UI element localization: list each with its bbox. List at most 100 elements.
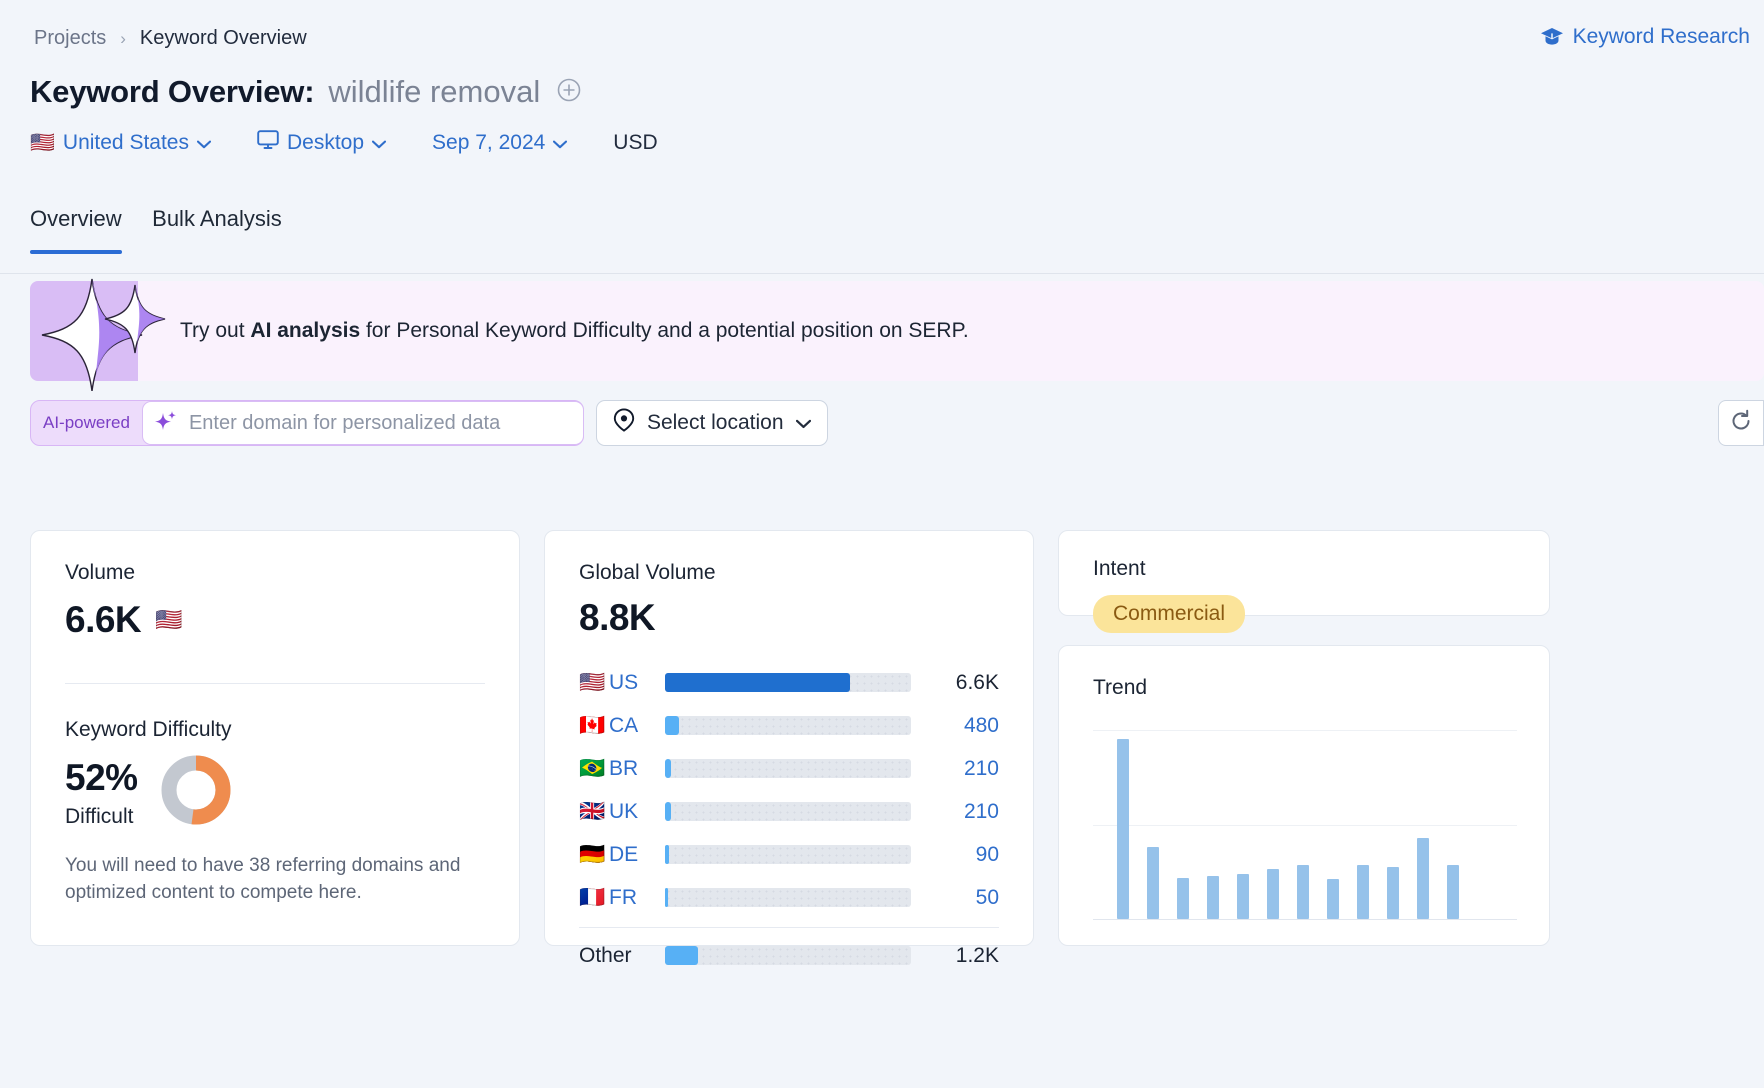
keyword-research-label: Keyword Research (1572, 25, 1750, 48)
keyword-difficulty-donut (160, 754, 232, 831)
plus-circle-icon[interactable] (556, 77, 582, 108)
other-bar-track (665, 946, 911, 965)
other-value: 1.2K (955, 943, 999, 967)
trend-bar (1297, 865, 1309, 919)
chevron-down-icon (553, 131, 568, 155)
chevron-down-icon (371, 131, 387, 155)
country-code: DE (609, 842, 639, 866)
global-volume-label: Global Volume (579, 561, 716, 584)
table-row[interactable]: 🇬🇧 UK 210 (579, 790, 999, 833)
trend-bar (1267, 868, 1279, 919)
graduation-cap-icon (1540, 26, 1564, 48)
table-row[interactable]: 🇩🇪 DE 90 (579, 833, 999, 876)
domain-input[interactable] (186, 410, 567, 436)
device-filter-label: Desktop (286, 131, 365, 154)
refresh-icon (1729, 409, 1753, 438)
country-code: US (609, 670, 639, 694)
country-filter[interactable]: 🇺🇸 United States (30, 131, 212, 155)
volume-bar-fill (665, 888, 669, 907)
keyword-difficulty-row: 52% Difficult (65, 754, 485, 831)
trend-bar (1237, 874, 1249, 919)
sparkles-icon (30, 271, 200, 392)
filter-bar: 🇺🇸 United States Desktop Sep 7, 2024 USD (30, 130, 658, 156)
list-divider (579, 927, 999, 928)
volume-label: Volume (65, 561, 136, 584)
table-row[interactable]: 🇺🇸 US 6.6K (579, 661, 999, 704)
country-flag-icon: 🇫🇷 (579, 885, 606, 909)
table-row[interactable]: 🇧🇷 BR 210 (579, 747, 999, 790)
volume-value-row: 6.6K 🇺🇸 (65, 599, 485, 641)
ai-analysis-banner[interactable]: Try out AI analysis for Personal Keyword… (30, 278, 1764, 392)
country-filter-label: United States (62, 131, 189, 154)
volume-bar-track (665, 759, 911, 778)
location-select[interactable]: Select location (595, 400, 828, 446)
date-filter[interactable]: Sep 7, 2024 (432, 131, 568, 155)
country-code: BR (609, 756, 639, 780)
us-flag-icon: 🇺🇸 (155, 607, 183, 632)
date-filter-label: Sep 7, 2024 (432, 131, 546, 154)
trend-bar (1387, 866, 1399, 919)
table-row-other[interactable]: Other 1.2K (579, 934, 999, 977)
ai-banner-text-bold: AI analysis (250, 319, 361, 342)
currency-label: USD (613, 131, 658, 154)
table-row[interactable]: 🇨🇦 CA 480 (579, 704, 999, 747)
country-volume-value: 50 (975, 885, 999, 909)
trend-label: Trend (1093, 676, 1148, 699)
trend-card: Trend (1058, 645, 1550, 946)
keyword-difficulty-word: Difficult (65, 804, 134, 828)
country-code: UK (609, 799, 639, 823)
chevron-down-icon (196, 131, 212, 155)
country-code: CA (609, 713, 639, 737)
country-volume-list: 🇺🇸 US 6.6K 🇨🇦 CA 480 🇧🇷 BR 210 🇬🇧 UK 210 🇩🇪 DE 90 🇫🇷 FR 5… (579, 661, 999, 919)
page-title-prefix: Keyword Overview: (30, 74, 315, 109)
us-flag-icon: 🇺🇸 (30, 132, 55, 154)
country-volume-value: 210 (963, 756, 999, 780)
ai-input-row: AI-powered Select location (30, 400, 828, 446)
breadcrumb: Projects › Keyword Overview (34, 27, 307, 50)
country-volume-value: 480 (963, 713, 999, 737)
volume-card: Volume 6.6K 🇺🇸 Keyword Difficulty 52% Di… (30, 530, 520, 946)
table-row[interactable]: 🇫🇷 FR 50 (579, 876, 999, 919)
trend-bar (1447, 865, 1459, 919)
trend-bar (1147, 847, 1159, 919)
gridline-base (1093, 919, 1517, 920)
location-pin-icon (613, 408, 635, 438)
keyword-difficulty-note: You will need to have 38 referring domai… (65, 855, 461, 903)
country-flag-icon: 🇺🇸 (579, 670, 606, 694)
volume-bar-fill (665, 759, 671, 778)
page-title: Keyword Overview: wildlife removal (30, 74, 582, 110)
other-bar-fill (665, 946, 699, 965)
breadcrumb-current: Keyword Overview (139, 27, 307, 49)
volume-bar-fill (665, 845, 669, 864)
refresh-button[interactable] (1718, 400, 1764, 446)
country-flag-icon: 🇩🇪 (579, 842, 606, 866)
country-volume-value: 90 (975, 842, 999, 866)
volume-bar-track (665, 845, 911, 864)
device-filter[interactable]: Desktop (257, 130, 387, 156)
ai-banner-text: Try out AI analysis for Personal Keyword… (180, 319, 969, 343)
volume-value: 6.6K (65, 599, 142, 640)
volume-bar-track (665, 716, 911, 735)
ai-powered-group: AI-powered (30, 400, 584, 446)
country-volume-value: 210 (963, 799, 999, 823)
status-badge[interactable]: Commercial (1093, 595, 1246, 633)
tab-bulk-analysis[interactable]: Bulk Analysis (152, 198, 282, 254)
tab-overview[interactable]: Overview (30, 198, 122, 254)
location-select-label: Select location (646, 411, 784, 434)
country-flag-icon: 🇬🇧 (579, 799, 606, 823)
domain-input-wrapper[interactable] (141, 401, 584, 445)
intent-card: Intent Commercial (1058, 530, 1550, 633)
ai-banner-text-before: Try out (180, 319, 251, 342)
trend-bars (1117, 730, 1511, 919)
trend-chart (1093, 730, 1517, 920)
volume-bar-track (665, 802, 911, 821)
trend-bar (1327, 879, 1339, 919)
page-title-keyword: wildlife removal (328, 74, 541, 109)
country-volume-value: 6.6K (955, 670, 999, 694)
keyword-research-link[interactable]: Keyword Research (1540, 25, 1750, 49)
trend-bar (1117, 739, 1129, 919)
breadcrumb-projects[interactable]: Projects (34, 27, 106, 50)
desktop-monitor-icon (257, 130, 279, 156)
volume-bar-fill (665, 716, 679, 735)
country-flag-icon: 🇨🇦 (579, 713, 606, 737)
